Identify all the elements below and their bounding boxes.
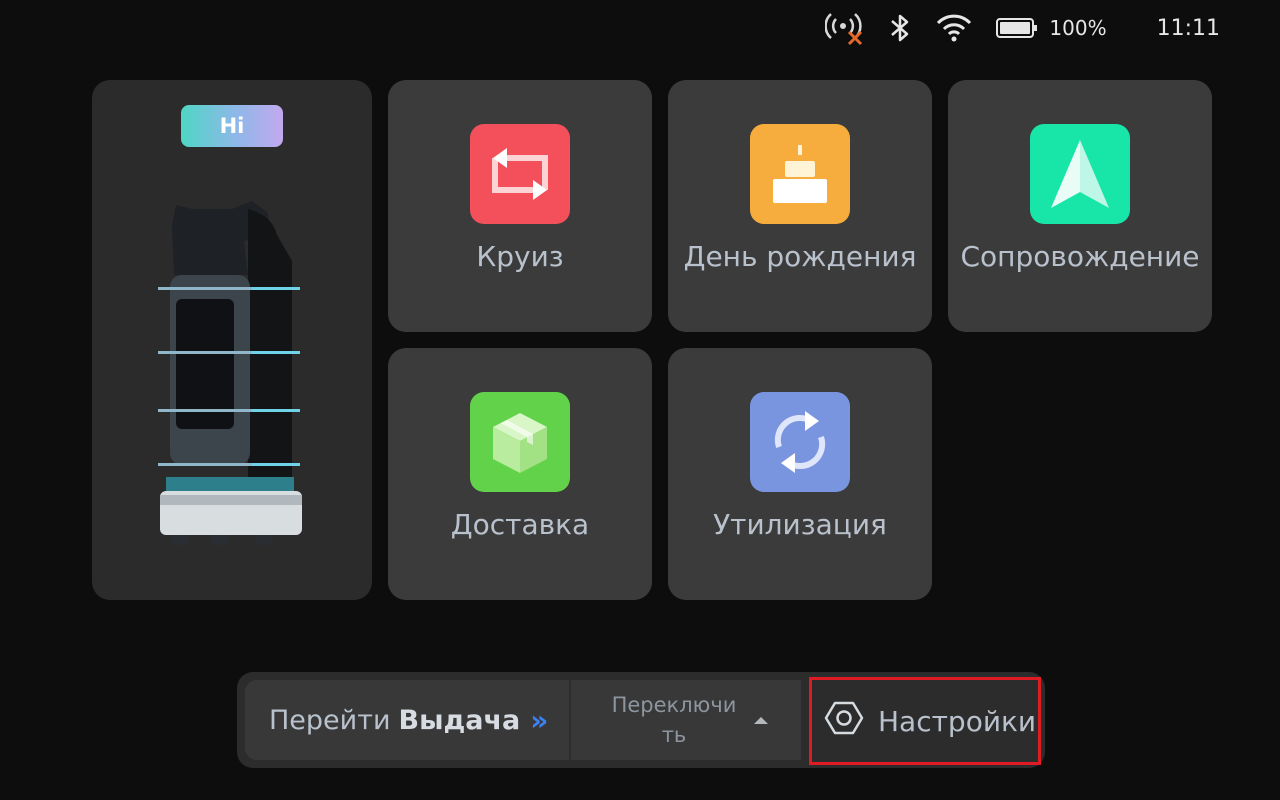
tile-birthday[interactable]: День рождения (668, 80, 932, 332)
navigation-arrow-icon (1030, 124, 1130, 224)
goto-target: Выдача (398, 704, 521, 736)
cruise-icon (470, 124, 570, 224)
service-robot-image (152, 195, 312, 559)
goto-delivery-button[interactable]: Перейти Выдача » (245, 680, 569, 760)
tile-recycling-label: Утилизация (713, 508, 887, 541)
clock-time: 11:11 (1156, 15, 1220, 41)
tile-delivery[interactable]: Доставка (388, 348, 652, 600)
tile-birthday-label: День рождения (683, 240, 917, 273)
robot-card[interactable]: Hi (92, 80, 372, 600)
bluetooth-icon (887, 11, 913, 45)
tile-escort[interactable]: Сопровождение (948, 80, 1212, 332)
bottom-bar: Перейти Выдача » Переключи ть Настройки (237, 672, 1045, 768)
caret-up-icon (754, 716, 768, 724)
wifi-icon (935, 13, 973, 43)
hi-badge: Hi (181, 105, 283, 147)
tile-delivery-label: Доставка (450, 508, 590, 541)
double-chevron-right-icon: » (530, 703, 549, 737)
status-bar: 100% 11:11 (825, 10, 1220, 46)
switch-dropdown[interactable]: Переключи ть (571, 680, 801, 760)
recycle-icon (750, 392, 850, 492)
switch-label: Переключи ть (611, 693, 737, 747)
tile-cruise-label: Круиз (476, 240, 564, 273)
tile-cruise[interactable]: Круиз (388, 80, 652, 332)
hexagon-settings-icon (824, 698, 864, 745)
settings-label: Настройки (878, 704, 1037, 738)
battery-icon (995, 16, 1039, 40)
birthday-cake-icon (750, 124, 850, 224)
settings-button[interactable]: Настройки (809, 677, 1041, 765)
tile-recycling[interactable]: Утилизация (668, 348, 932, 600)
goto-prefix: Перейти (269, 704, 391, 736)
delivery-box-icon (470, 392, 570, 492)
battery-percent: 100% (1049, 16, 1107, 40)
remote-signal-off-icon (825, 10, 865, 46)
tile-escort-label: Сопровождение (960, 240, 1200, 273)
